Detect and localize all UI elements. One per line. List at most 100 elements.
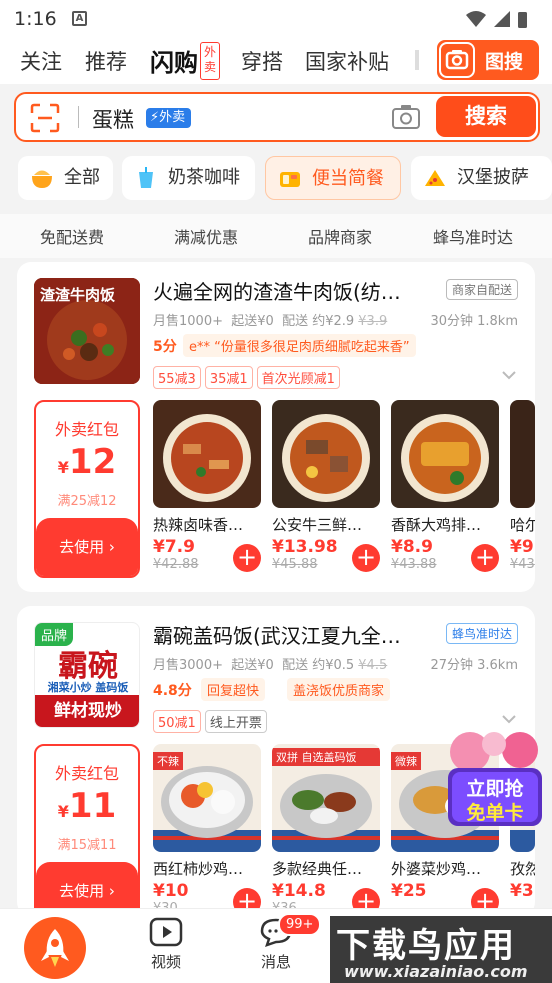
monthly-sales: 月售1000+	[153, 314, 223, 329]
use-coupon-button[interactable]: 去使用 ›	[36, 518, 138, 576]
delivery-fee-old: ¥3.9	[358, 314, 388, 329]
status-bar: 1:16 A	[0, 0, 552, 38]
spice-tag: 微辣	[391, 752, 421, 770]
dish-name: 孜然…	[510, 860, 535, 878]
dish-image	[391, 400, 499, 508]
dish-image	[510, 400, 535, 508]
tab-overflow-mark	[415, 50, 419, 70]
promo-tag: 首次光顾减1	[256, 366, 340, 389]
promo-list: 55减3 35减1 首次光顾减1	[153, 366, 344, 389]
image-search-label: 图搜	[485, 51, 524, 73]
dish-item[interactable]: 不辣 西红柿炒鸡… ¥10 ¥30 +	[153, 744, 261, 916]
promo-tag: 35减1	[204, 366, 253, 389]
chip-burger[interactable]: 汉堡披萨	[411, 156, 552, 200]
shop-meta: 月售1000+ 起送¥0 配送 约¥2.9 ¥3.9	[153, 310, 387, 329]
bento-icon	[280, 172, 300, 187]
dish-name: 哈尔…	[510, 516, 535, 534]
category-chips: 全部 奶茶咖啡 便当简餐 汉堡披萨	[0, 156, 552, 202]
red-packet-value: 12	[68, 442, 117, 482]
dish-item[interactable]: 香酥大鸡排… ¥8.9 ¥43.88 +	[391, 400, 499, 572]
dish-price: ¥9.	[510, 537, 535, 557]
brand-subtitle: 湘菜小炒 盖码饭	[47, 681, 129, 694]
free-order-card-promo[interactable]: 立即抢 免单卡	[442, 730, 548, 830]
red-packet-condition: 满15减11	[57, 838, 117, 853]
chip-bento[interactable]: 便当简餐	[265, 156, 401, 200]
red-packet-amount: ¥12	[36, 442, 138, 482]
search-bar[interactable]: 蛋糕 ⚡外卖 搜索	[14, 92, 540, 142]
dish-item[interactable]: 热辣卤味香… ¥7.9 ¥42.88 +	[153, 400, 261, 572]
spice-tag: 不辣	[153, 752, 183, 770]
shop-card[interactable]: 渣渣牛肉饭 火遍全网的渣渣牛肉饭(纺… 商家自配送 月售1000+ 起送¥0 配…	[17, 262, 535, 592]
chip-label: 奶茶咖啡	[168, 167, 240, 188]
dish-name: 热辣卤味香…	[153, 516, 244, 534]
video-icon	[149, 917, 183, 947]
tab-outfit[interactable]: 穿搭	[241, 46, 283, 76]
ontime-badge: 蜂鸟准时达	[445, 623, 518, 644]
search-input[interactable]: 蛋糕	[92, 104, 134, 134]
tab-follow[interactable]: 关注	[20, 46, 62, 76]
red-packet[interactable]: 外卖红包 ¥11 满15减11 去使用 ›	[34, 744, 140, 922]
shop-meta: 月售3000+ 起送¥0 配送 约¥0.5 ¥4.5	[153, 654, 387, 673]
image-search-button[interactable]: 图搜	[437, 40, 539, 80]
dish-item[interactable]: 双拼 自选盖码饭 多款经典任… ¥14.8 ¥36 +	[272, 744, 380, 916]
filter-ontime[interactable]: 蜂鸟准时达	[433, 224, 513, 248]
scan-icon[interactable]	[30, 103, 60, 133]
red-packet-title: 外卖红包	[54, 420, 119, 439]
filter-discount[interactable]: 满减优惠	[174, 224, 238, 248]
monthly-sales: 月售3000+	[153, 658, 223, 673]
filter-brand[interactable]: 品牌商家	[308, 224, 372, 248]
dish-item[interactable]: 公安牛三鲜… ¥13.98 ¥45.88 +	[272, 400, 380, 572]
search-divider	[78, 106, 79, 128]
camera-search-icon[interactable]	[391, 103, 421, 131]
filter-free-delivery[interactable]: 免配送费	[40, 224, 104, 248]
promo-list: 50减1 线上开票	[153, 710, 271, 733]
nav-video[interactable]: 视频	[136, 917, 196, 972]
shop-thumbnail: 渣渣牛肉饭	[34, 278, 140, 384]
home-rocket-button[interactable]	[24, 917, 86, 979]
add-to-cart-button[interactable]: +	[352, 544, 380, 572]
min-order: 起送¥0	[231, 314, 274, 329]
combo-tag: 双拼 自选盖码饭	[272, 748, 380, 766]
tab-flash-buy[interactable]: 闪购	[150, 43, 198, 78]
chevron-down-icon[interactable]	[501, 370, 517, 380]
dish-name: 公安牛三鲜…	[272, 516, 363, 534]
camera-icon	[439, 42, 475, 78]
chip-label: 汉堡披萨	[457, 167, 529, 188]
shop-score: 5分	[153, 339, 177, 355]
chip-all[interactable]: 全部	[18, 156, 113, 200]
thumb-text: 渣渣牛肉饭	[40, 286, 116, 304]
watermark-title: 下载鸟应用	[336, 926, 516, 966]
promo-tag: 50减1	[153, 710, 201, 733]
min-order: 起送¥0	[231, 658, 274, 673]
status-time: 1:16	[14, 8, 57, 30]
tab-recommend[interactable]: 推荐	[85, 46, 127, 76]
add-to-cart-button[interactable]: +	[471, 544, 499, 572]
dish-name: 外婆菜炒鸡…	[391, 860, 482, 878]
dish-price: ¥3(	[510, 881, 535, 901]
delivery-badge: 商家自配送	[445, 279, 518, 300]
site-watermark: 下载鸟应用 www.xiazainiao.com	[330, 916, 552, 983]
dish-name: 香酥大鸡排…	[391, 516, 482, 534]
tab-national-subsidy[interactable]: 国家补贴	[305, 46, 389, 76]
shop-name[interactable]: 火遍全网的渣渣牛肉饭(纺…	[153, 276, 401, 305]
shop-tag: 盖浇饭优质商家	[287, 678, 391, 701]
delivery-fee: 配送 约¥0.5	[282, 658, 355, 673]
promo-line2: 免单卡	[466, 802, 524, 824]
red-packet-title: 外卖红包	[54, 764, 119, 783]
dish-image	[153, 400, 261, 508]
signal-battery-icon	[466, 11, 527, 28]
chevron-down-icon[interactable]	[501, 714, 517, 724]
time-distance: 30分钟 1.8km	[430, 314, 518, 329]
dish-item[interactable]: 哈尔… ¥9. ¥43	[510, 400, 535, 572]
promo-line1: 立即抢	[466, 778, 524, 800]
shop-name[interactable]: 霸碗盖码饭(武汉江夏九全…	[153, 620, 401, 649]
time-distance: 27分钟 3.6km	[430, 658, 518, 673]
red-packet-value: 11	[68, 786, 117, 826]
brand-band: 鲜材现炒	[35, 695, 139, 727]
add-to-cart-button[interactable]: +	[233, 544, 261, 572]
dish-name: 多款经典任…	[272, 860, 363, 878]
cup-icon	[139, 167, 153, 188]
chip-milk-tea[interactable]: 奶茶咖啡	[122, 156, 255, 200]
search-button[interactable]: 搜索	[436, 96, 536, 137]
red-packet[interactable]: 外卖红包 ¥12 满25减12 去使用 ›	[34, 400, 140, 578]
